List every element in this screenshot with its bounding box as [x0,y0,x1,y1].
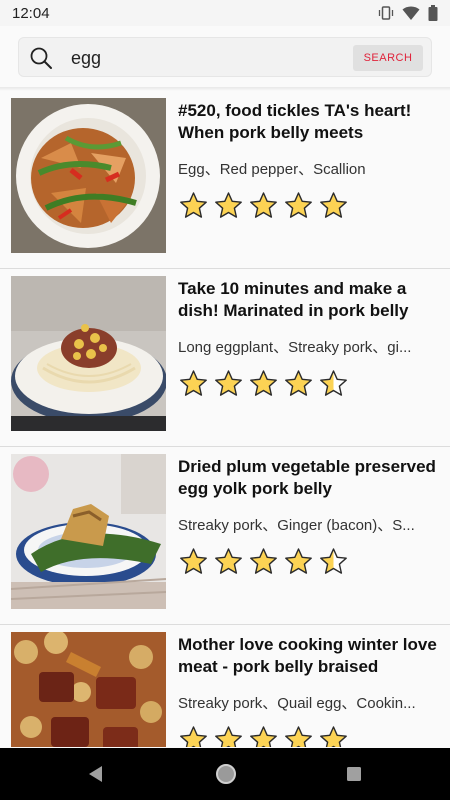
recipe-image[interactable] [11,632,166,747]
status-icons [378,5,438,21]
rating-stars [179,191,348,220]
navigation-bar [0,748,450,800]
star-full-icon [215,548,242,574]
recipe-list[interactable]: #520, food tickles TA's heart! When pork… [0,91,450,747]
recipe-ingredients: Streaky pork、Ginger (bacon)、S... [178,517,415,534]
recipe-image[interactable] [11,98,166,253]
star-half-icon [320,548,347,574]
star-full-icon [285,370,312,396]
rating-stars [179,369,348,398]
star-full-icon [180,192,207,218]
rating-stars [179,725,348,747]
star-half-icon [320,370,347,396]
rating-stars [179,547,348,576]
star-full-icon [285,726,312,747]
star-full-icon [320,192,347,218]
star-full-icon [285,548,312,574]
recipe-ingredients: Egg、Red pepper、Scallion [178,161,366,178]
star-full-icon [215,192,242,218]
back-icon[interactable] [86,764,104,784]
recipe-title: #520, food tickles TA's heart! When pork… [178,101,412,142]
star-full-icon [180,370,207,396]
star-full-icon [250,192,277,218]
recipe-item[interactable]: Dried plum vegetable preserved egg yolk … [0,447,450,625]
recipe-item[interactable]: Take 10 minutes and make a dish! Marinat… [0,269,450,447]
recent-apps-icon[interactable] [346,766,362,782]
home-icon[interactable] [215,763,237,785]
status-bar: 12:04 [0,0,450,26]
recipe-title: Take 10 minutes and make a dish! Marinat… [178,279,409,320]
star-full-icon [250,370,277,396]
status-time: 12:04 [12,5,50,22]
recipe-image[interactable] [11,454,166,609]
wifi-icon [402,6,420,20]
star-full-icon [180,726,207,747]
battery-icon [428,5,438,21]
star-full-icon [285,192,312,218]
search-button[interactable]: SEARCH [353,45,423,71]
star-full-icon [250,726,277,747]
recipe-item[interactable]: #520, food tickles TA's heart! When pork… [0,91,450,269]
star-full-icon [250,548,277,574]
recipe-ingredients: Streaky pork、Quail egg、Cookin... [178,695,416,712]
vibrate-icon [378,6,394,20]
recipe-title: Dried plum vegetable preserved egg yolk … [178,457,436,498]
star-full-icon [320,726,347,747]
search-bar: SEARCH [18,37,432,77]
search-icon[interactable] [29,46,53,70]
recipe-title: Mother love cooking winter love meat - p… [178,635,437,676]
recipe-item[interactable]: Mother love cooking winter love meat - p… [0,625,450,747]
star-full-icon [215,370,242,396]
star-full-icon [180,548,207,574]
search-input[interactable] [71,46,361,70]
recipe-image[interactable] [11,276,166,431]
recipe-ingredients: Long eggplant、Streaky pork、gi... [178,339,412,356]
star-full-icon [215,726,242,747]
